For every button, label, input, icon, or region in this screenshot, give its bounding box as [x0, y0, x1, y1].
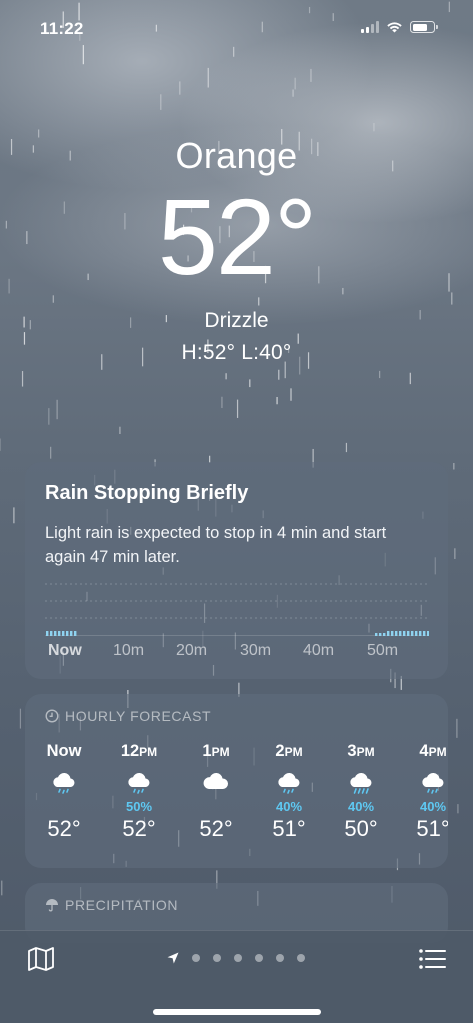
hour-time: 4PM — [419, 742, 447, 760]
hour-temperature: 51° — [272, 816, 306, 841]
hour-weather-icon: 50% — [108, 770, 170, 814]
hourly-item: 1PM 52° — [185, 742, 247, 842]
hourly-forecast-card[interactable]: HOURLY FORECAST Now 52° 12PM 50% 52° 1PM 52° 2P… — [25, 694, 448, 868]
rain-intensity-bar — [391, 631, 394, 636]
hourly-forecast-header: HOURLY FORECAST — [25, 708, 448, 724]
rain-intensity-bar — [423, 631, 426, 636]
rain-intensity-bar — [411, 631, 414, 636]
rain-intensity-bar — [375, 633, 378, 636]
hourly-item: 2PM 40% 51° — [258, 742, 320, 842]
rain-intensity-bar — [50, 631, 53, 636]
nowcast-title: Rain Stopping Briefly — [45, 482, 249, 504]
battery-icon — [410, 21, 438, 33]
current-weather: Orange 52° Drizzle H:52° L:40° — [0, 135, 473, 365]
hourly-item: 3PM 40% 50° — [330, 742, 392, 842]
rain-intensity-bar — [395, 631, 398, 636]
time-label-50m: 50m — [367, 642, 399, 659]
list-icon[interactable] — [418, 947, 446, 971]
hour-weather-icon: 40% — [258, 770, 320, 814]
precipitation-nowcast-card[interactable]: Rain Stopping Briefly Light rain is expe… — [25, 462, 448, 679]
status-icons — [361, 21, 438, 33]
rain-intensity-bar — [399, 631, 402, 636]
hour-time: 2PM — [275, 742, 303, 760]
time-label-20m: 20m — [176, 642, 208, 659]
cloud-icon — [202, 770, 230, 801]
rain-cloud-icon — [125, 770, 153, 801]
current-temperature: 52° — [157, 176, 317, 297]
time-label-40m: 40m — [303, 642, 335, 659]
hour-temperature: 50° — [344, 816, 378, 841]
hour-weather-icon: 40% — [330, 770, 392, 814]
rain-intensity-bar — [379, 633, 382, 636]
time-label-now: Now — [48, 642, 82, 659]
high-low-temperature: H:52° L:40° — [181, 341, 292, 364]
hour-temperature: 51° — [416, 816, 448, 841]
rain-intensity-bar — [70, 631, 73, 636]
rain-intensity-bar — [407, 631, 410, 636]
precip-chance: 40% — [275, 799, 303, 814]
time-label-30m: 30m — [240, 642, 272, 659]
page-indicator[interactable] — [167, 952, 305, 964]
hour-time: 1PM — [202, 742, 230, 760]
map-icon[interactable] — [27, 946, 55, 972]
hourly-item: Now 52° — [33, 742, 95, 842]
hourly-item: 12PM 50% 52° — [108, 742, 170, 842]
current-condition: Drizzle — [204, 309, 269, 332]
hour-weather-icon — [33, 770, 95, 814]
hourly-item: 4PM 40% 51° — [402, 742, 448, 842]
rain-intensity-bar — [74, 631, 77, 636]
rain-intensity-bar — [415, 631, 418, 636]
rain-intensity-bar — [66, 631, 69, 636]
hourly-forecast-label: HOURLY FORECAST — [65, 708, 212, 724]
precip-chance: 40% — [347, 799, 375, 814]
minute-precipitation-chart — [45, 583, 429, 636]
bottom-toolbar — [0, 930, 473, 1023]
heavy-rain-cloud-icon — [347, 770, 375, 801]
page-dot[interactable] — [276, 954, 284, 962]
hour-time: 3PM — [347, 742, 375, 760]
rain-intensity-bar — [62, 631, 65, 636]
hour-time: 12PM — [120, 742, 158, 760]
precip-chance: 50% — [125, 799, 153, 814]
hour-temperature: 52° — [47, 816, 81, 841]
hour-weather-icon — [185, 770, 247, 814]
rain-cloud-icon — [275, 770, 303, 801]
clock-icon — [45, 709, 59, 723]
city-name: Orange — [175, 135, 298, 176]
nowcast-description: Light rain is expected to stop in 4 min … — [45, 524, 387, 566]
cellular-signal-icon — [361, 21, 379, 33]
rain-intensity-bar — [387, 631, 390, 636]
rain-intensity-bar — [419, 631, 422, 636]
precipitation-label: PRECIPITATION — [65, 897, 179, 913]
rain-intensity-bar — [403, 631, 406, 636]
umbrella-icon — [46, 899, 58, 912]
status-time: 11:22 — [40, 19, 84, 38]
rain-intensity-bar — [383, 633, 386, 636]
rain-intensity-bar — [54, 631, 57, 636]
hour-temperature: 52° — [122, 816, 156, 841]
home-indicator[interactable] — [153, 1009, 321, 1015]
page-dot[interactable] — [297, 954, 305, 962]
page-dot[interactable] — [192, 954, 200, 962]
page-dot[interactable] — [213, 954, 221, 962]
time-label-10m: 10m — [113, 642, 145, 659]
location-arrow-icon[interactable] — [167, 952, 179, 964]
rain-intensity-bar — [46, 631, 49, 636]
rain-cloud-icon — [50, 770, 78, 801]
rain-cloud-icon — [419, 770, 447, 801]
wifi-icon — [387, 22, 402, 33]
page-dot[interactable] — [234, 954, 242, 962]
hour-weather-icon: 40% — [402, 770, 448, 814]
rain-intensity-bar — [427, 631, 429, 636]
hourly-list[interactable]: Now 52° 12PM 50% 52° 1PM 52° 2PM 40% 51° 3PM 40% 50°… — [25, 732, 448, 868]
hour-temperature: 52° — [199, 816, 233, 841]
chart-time-axis: Now 10m 20m 30m 40m 50m — [45, 642, 429, 662]
status-bar: 11:22 — [0, 0, 473, 54]
hour-time: Now — [46, 742, 82, 760]
precipitation-header: PRECIPITATION — [25, 897, 448, 913]
page-dot[interactable] — [255, 954, 263, 962]
precip-chance: 40% — [419, 799, 447, 814]
rain-intensity-bar — [58, 631, 61, 636]
